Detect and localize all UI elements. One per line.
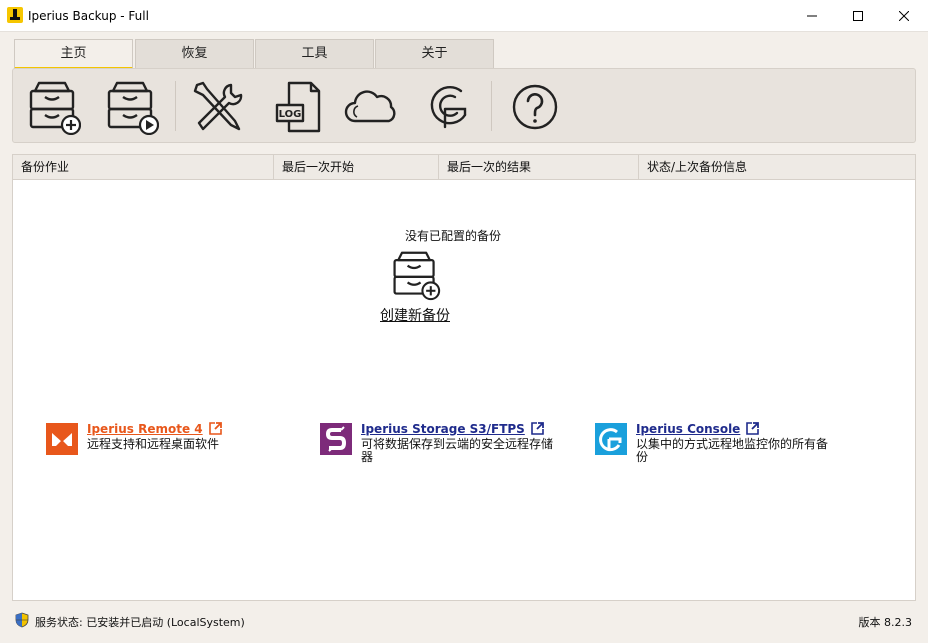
promo-title-text: Iperius Console: [636, 422, 741, 436]
promo-description: 远程支持和远程桌面软件: [87, 437, 220, 451]
promo-description: 以集中的方式远程地监控你的所有备份: [636, 437, 829, 464]
column-header-backup-job[interactable]: 备份作业: [13, 155, 274, 180]
shield-icon: [15, 612, 29, 628]
console-button[interactable]: [421, 79, 477, 135]
external-link-icon: [208, 422, 222, 438]
help-button[interactable]: [507, 79, 563, 135]
title-bar: Iperius Backup - Full: [0, 0, 928, 32]
help-icon: [512, 84, 558, 130]
table-header: 备份作业 最后一次开始 最后一次的结果 状态/上次备份信息: [13, 155, 915, 180]
version-label: 版本 8.2.3: [858, 616, 913, 629]
backup-jobs-table: 备份作业 最后一次开始 最后一次的结果 状态/上次备份信息 没有已配置的备份 创…: [12, 154, 916, 601]
new-backup-button[interactable]: [25, 79, 82, 136]
cloud-icon: [344, 90, 396, 123]
iperius-storage-logo-icon: [320, 423, 352, 455]
tab-home[interactable]: 主页: [14, 39, 133, 69]
log-button[interactable]: LOG: [271, 79, 327, 135]
run-backup-button[interactable]: [103, 79, 160, 136]
create-new-backup-link[interactable]: 创建新备份: [13, 305, 817, 325]
service-status: 服务状态: 已安装并已启动 (LocalSystem): [35, 616, 245, 629]
promo-description: 可将数据保存到云端的安全远程存储器: [361, 437, 554, 464]
toolbar-separator: [491, 81, 492, 131]
maximize-icon: [853, 11, 863, 21]
create-backup-icon[interactable]: [389, 249, 441, 301]
column-header-status[interactable]: 状态/上次备份信息: [639, 155, 915, 180]
tab-tools[interactable]: 工具: [255, 39, 374, 69]
iperius-console-logo-icon: [595, 423, 627, 455]
console-icon: [430, 86, 467, 129]
svg-text:LOG: LOG: [279, 109, 302, 120]
promo-title-text: Iperius Remote 4: [87, 422, 203, 436]
minimize-icon: [807, 15, 817, 17]
promo-title-link[interactable]: Iperius Remote 4: [87, 422, 222, 438]
promo-title-text: Iperius Storage S3/FTPS: [361, 422, 525, 436]
window-title: Iperius Backup - Full: [28, 9, 149, 23]
external-link-icon: [531, 422, 544, 438]
iperius-remote-logo-icon: [46, 423, 78, 455]
tools-button[interactable]: [189, 79, 245, 135]
close-button[interactable]: [881, 0, 927, 32]
promo-title-link[interactable]: Iperius Storage S3/FTPS: [361, 422, 544, 438]
maximize-button[interactable]: [835, 0, 881, 32]
close-icon: [899, 11, 909, 21]
tools-icon: [193, 81, 243, 131]
toolbar: LOG: [12, 68, 916, 143]
new-backup-icon: [29, 81, 82, 136]
cloud-button[interactable]: [343, 79, 399, 135]
run-backup-icon: [107, 81, 160, 136]
external-link-icon: [746, 422, 760, 438]
column-header-last-start[interactable]: 最后一次开始: [274, 155, 439, 180]
toolbar-separator: [175, 81, 176, 131]
column-header-last-result[interactable]: 最后一次的结果: [439, 155, 639, 180]
tab-about[interactable]: 关于: [375, 39, 494, 69]
log-icon: LOG: [275, 81, 321, 133]
new-backup-icon: [393, 251, 441, 301]
tab-restore[interactable]: 恢复: [135, 39, 254, 69]
app-logo-icon: [7, 7, 23, 23]
promo-title-link[interactable]: Iperius Console: [636, 422, 760, 438]
status-bar: 服务状态: 已安装并已启动 (LocalSystem) 版本 8.2.3: [0, 608, 928, 634]
minimize-button[interactable]: [789, 0, 835, 32]
empty-message: 没有已配置的备份: [404, 229, 501, 243]
